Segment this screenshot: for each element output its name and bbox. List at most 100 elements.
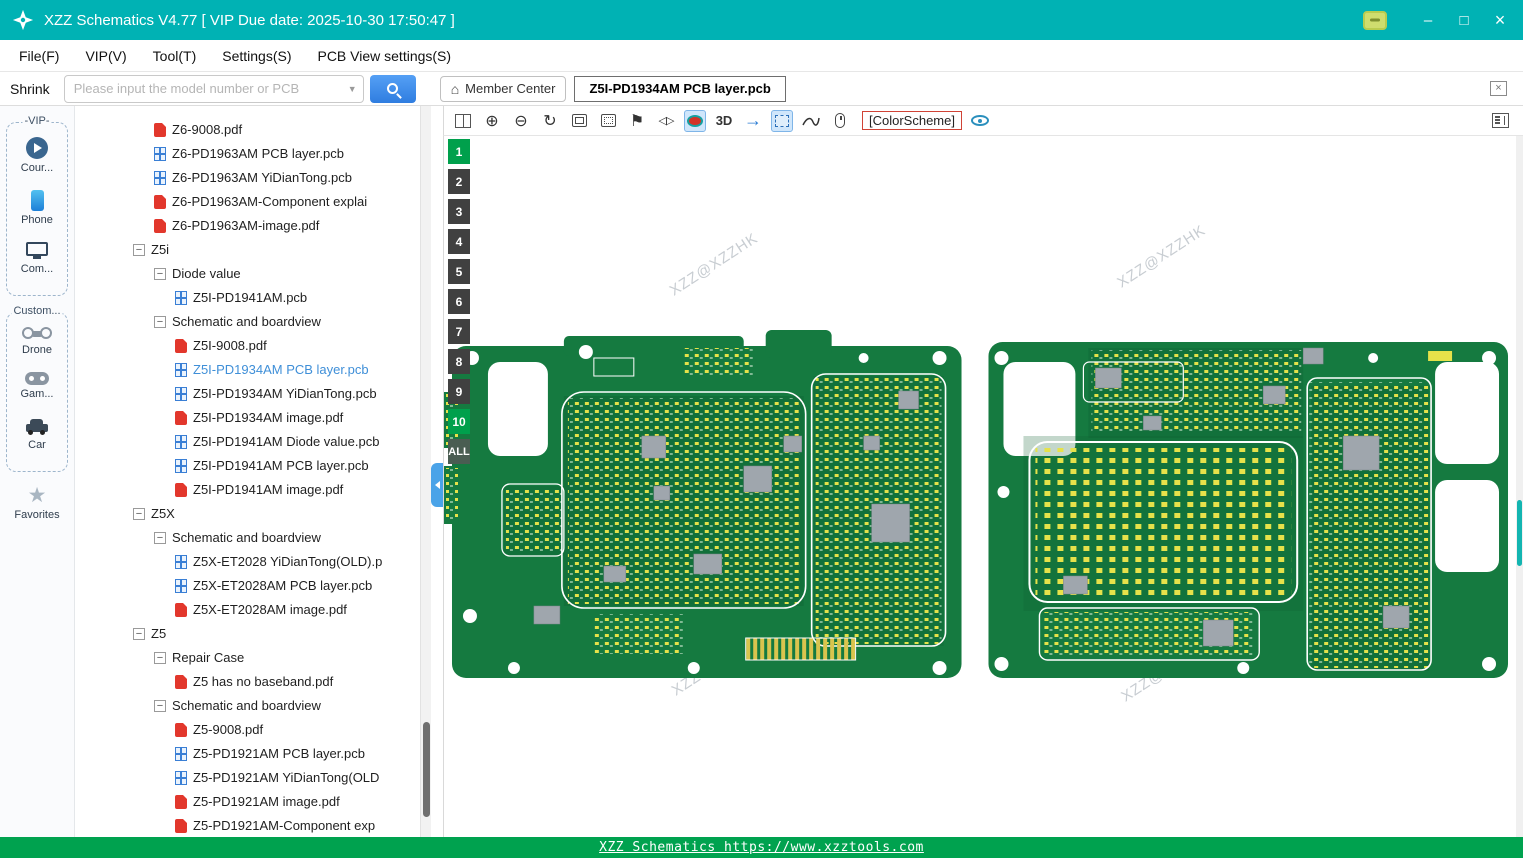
menu-pcb-view-settings[interactable]: PCB View settings(S) [304, 40, 464, 72]
tree-item[interactable]: −Schematic and boardview [75, 526, 420, 550]
sidebar-item-car[interactable]: Car [7, 416, 67, 451]
flag-button[interactable]: ⚑ [626, 110, 648, 132]
tab-pcb-document[interactable]: Z5I-PD1934AM PCB layer.pcb [574, 76, 785, 102]
tree-scrollbar-thumb[interactable] [423, 722, 430, 817]
tree-item[interactable]: Z5I-PD1941AM.pcb [75, 286, 420, 310]
chevron-down-icon[interactable]: ▼ [348, 84, 357, 94]
collapse-minus-icon[interactable]: − [154, 652, 166, 664]
search-button[interactable] [370, 75, 416, 103]
collapse-minus-icon[interactable]: − [133, 628, 145, 640]
search-input[interactable] [64, 75, 364, 103]
layer-button-2[interactable]: 2 [448, 169, 470, 194]
tree-item[interactable]: Z5X-ET2028AM PCB layer.pcb [75, 574, 420, 598]
tree-item[interactable]: Z5-PD1921AM YiDianTong(OLD [75, 766, 420, 790]
collapse-minus-icon[interactable]: − [154, 268, 166, 280]
tree-item[interactable]: Z6-PD1963AM-image.pdf [75, 214, 420, 238]
collapse-minus-icon[interactable]: − [154, 700, 166, 712]
mirror-button[interactable]: ◁▷ [655, 110, 677, 132]
menu-settings[interactable]: Settings(S) [209, 40, 304, 72]
layer-button-7[interactable]: 7 [448, 319, 470, 344]
sidebar-item-favorites[interactable]: ★ Favorites [0, 486, 74, 521]
board-bottom-button[interactable] [597, 110, 619, 132]
sidebar-item-drone[interactable]: Drone [7, 327, 67, 356]
tree-item[interactable]: Z6-PD1963AM PCB layer.pcb [75, 142, 420, 166]
visibility-button[interactable] [969, 110, 991, 132]
pcb-file-icon [175, 555, 187, 569]
split-view-button[interactable] [452, 110, 474, 132]
menu-vip[interactable]: VIP(V) [72, 40, 139, 72]
colorscheme-button[interactable]: [ColorScheme] [862, 111, 962, 130]
close-button[interactable]: × [1485, 6, 1515, 34]
menu-tool[interactable]: Tool(T) [140, 40, 210, 72]
tree-scrollbar[interactable] [420, 106, 431, 837]
tree-item[interactable]: −Z5i [75, 238, 420, 262]
computer-icon [26, 242, 48, 256]
collapse-minus-icon[interactable]: − [154, 316, 166, 328]
menu-file[interactable]: File(F) [6, 40, 72, 72]
tree-item[interactable]: −Z5X [75, 502, 420, 526]
member-center-button[interactable]: ⌂ Member Center [440, 76, 567, 102]
canvas-scrollbar-thumb[interactable] [1517, 500, 1522, 566]
collapse-tree-handle[interactable] [431, 463, 443, 507]
tree-item[interactable]: Z5 has no baseband.pdf [75, 670, 420, 694]
tree-item[interactable]: −Schematic and boardview [75, 694, 420, 718]
layer-button-4[interactable]: 4 [448, 229, 470, 254]
tree-item[interactable]: Z5I-PD1934AM YiDianTong.pcb [75, 382, 420, 406]
area-select-button[interactable] [771, 110, 793, 132]
tree-item[interactable]: −Diode value [75, 262, 420, 286]
collapse-minus-icon[interactable]: − [133, 508, 145, 520]
zoom-in-button[interactable]: ⊕ [481, 110, 503, 132]
sidebar-item-computer[interactable]: Com... [7, 242, 67, 275]
layer-button-3[interactable]: 3 [448, 199, 470, 224]
pan-arrow-button[interactable]: → [742, 110, 764, 132]
zoom-out-button[interactable]: ⊖ [510, 110, 532, 132]
lens-mode-button[interactable] [684, 110, 706, 132]
search-box: ▼ [64, 75, 364, 103]
layer-button-5[interactable]: 5 [448, 259, 470, 284]
tree-item[interactable]: Z5I-PD1941AM image.pdf [75, 478, 420, 502]
layer-button-9[interactable]: 9 [448, 379, 470, 404]
tree-item[interactable]: −Z5 [75, 622, 420, 646]
pdf-file-icon [175, 795, 187, 809]
tree-item[interactable]: −Repair Case [75, 646, 420, 670]
tree-item[interactable]: Z5-PD1921AM PCB layer.pcb [75, 742, 420, 766]
tree-item[interactable]: Z5-PD1921AM-Component exp [75, 814, 420, 837]
layer-button-6[interactable]: 6 [448, 289, 470, 314]
shrink-button[interactable]: Shrink [10, 81, 50, 97]
safe-icon[interactable] [1363, 11, 1387, 30]
tree-item[interactable]: Z5I-PD1941AM PCB layer.pcb [75, 454, 420, 478]
tree-item[interactable]: Z5I-9008.pdf [75, 334, 420, 358]
tree-item[interactable]: Z5-9008.pdf [75, 718, 420, 742]
layer-panel-icon[interactable] [1492, 113, 1509, 128]
mouse-settings-button[interactable] [829, 110, 851, 132]
canvas-scrollbar[interactable] [1516, 136, 1523, 837]
layer-button-10[interactable]: 10 [448, 409, 470, 434]
measure-curve-button[interactable] [800, 110, 822, 132]
tree-item[interactable]: Z5I-PD1941AM Diode value.pcb [75, 430, 420, 454]
layer-button-1[interactable]: 1 [448, 139, 470, 164]
board-top-button[interactable] [568, 110, 590, 132]
tree-item[interactable]: −Schematic and boardview [75, 310, 420, 334]
tree-item[interactable]: Z5I-PD1934AM image.pdf [75, 406, 420, 430]
sidebar-item-game[interactable]: Gam... [7, 372, 67, 400]
sidebar-item-course[interactable]: Cour... [7, 137, 67, 174]
collapse-minus-icon[interactable]: − [133, 244, 145, 256]
custom-group-label: Custom... [11, 305, 62, 317]
close-tab-icon[interactable]: × [1490, 81, 1507, 96]
minimize-button[interactable]: – [1413, 6, 1443, 34]
tree-item[interactable]: Z6-PD1963AM-Component explai [75, 190, 420, 214]
tree-item[interactable]: Z5X-ET2028 YiDianTong(OLD).p [75, 550, 420, 574]
refresh-button[interactable]: ↻ [539, 110, 561, 132]
tree-item[interactable]: Z6-PD1963AM YiDianTong.pcb [75, 166, 420, 190]
tree-item[interactable]: Z5-PD1921AM image.pdf [75, 790, 420, 814]
maximize-button[interactable]: □ [1449, 6, 1479, 34]
collapse-minus-icon[interactable]: − [154, 532, 166, 544]
pcb-canvas[interactable]: 12345678910ALL XZZ@XZZHK XZZ@XZZHK XZZ@X… [443, 136, 1516, 837]
tree-item[interactable]: Z6-9008.pdf [75, 118, 420, 142]
sidebar-item-phone[interactable]: Phone [7, 190, 67, 226]
tree-item[interactable]: Z5I-PD1934AM PCB layer.pcb [75, 358, 420, 382]
layer-button-all[interactable]: ALL [448, 439, 470, 464]
tree-item[interactable]: Z5X-ET2028AM image.pdf [75, 598, 420, 622]
3d-view-button[interactable]: 3D [713, 110, 735, 132]
layer-button-8[interactable]: 8 [448, 349, 470, 374]
